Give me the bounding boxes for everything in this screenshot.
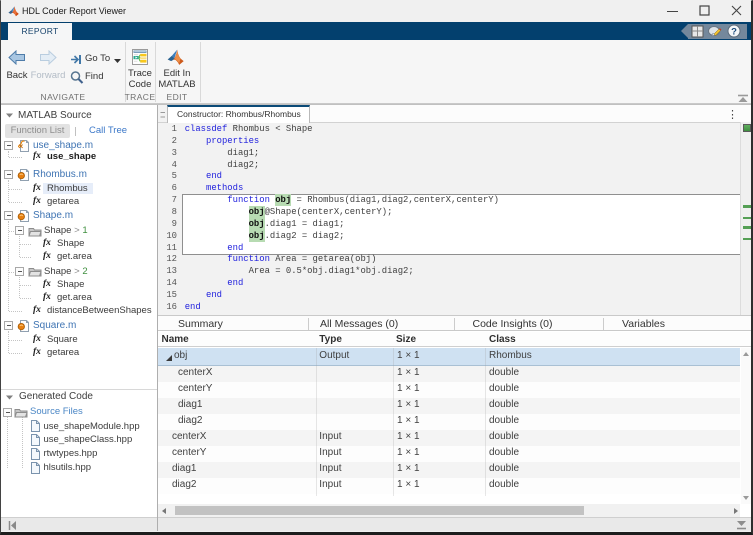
svg-text:?: ? — [731, 27, 737, 38]
